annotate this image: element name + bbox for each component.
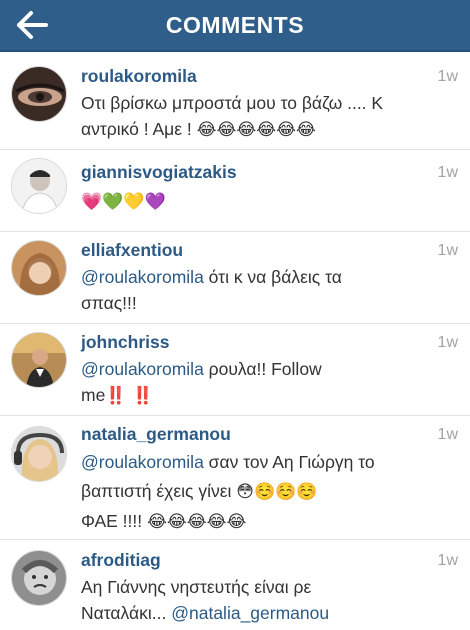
comment-text: 💗💚💛💜 <box>81 188 453 215</box>
mention-link[interactable]: @roulakoromila <box>81 452 204 472</box>
comment-timestamp: 1w <box>437 334 458 351</box>
exclamation-emoji-group: ‼️ ‼️ <box>105 386 154 406</box>
comment-username[interactable]: natalia_germanou <box>81 424 231 445</box>
comment-text-fragment: σαν τον Αη Γιώργη το <box>203 452 375 472</box>
comment-timestamp: 1w <box>437 164 458 181</box>
emoji-group: 😂😂😂😂😂😂 <box>196 120 316 140</box>
comment-text-fragment: ρουλα!! Follow <box>203 359 322 379</box>
comment-timestamp: 1w <box>437 242 458 259</box>
comment-text-fragment: αντρικό ! Αμε ! <box>81 119 192 139</box>
comment-text-line: me‼️ ‼️ <box>81 382 453 409</box>
top-bar: COMMENTS <box>0 0 470 52</box>
avatar[interactable] <box>11 240 67 296</box>
comment-username[interactable]: afroditiag <box>81 550 161 571</box>
avatar[interactable] <box>11 332 67 388</box>
comment-item: roulakoromila 1w Οτι βρίσκω μπροστά μου … <box>0 54 470 150</box>
comment-text-line: @roulakoromila ότι κ να βάλεις τα <box>81 264 453 290</box>
comment-text-fragment: ότι κ να βάλεις τα <box>203 267 342 287</box>
comment-text-line: αντρικό ! Αμε ! 😂😂😂😂😂😂 <box>81 116 453 143</box>
comment-text-line: @roulakoromila σαν τον Αη Γιώργη το <box>81 448 453 477</box>
comment-text-line: βαπτιστή έχεις γίνει 😳☺️☺️☺️ <box>81 477 453 507</box>
comment-text-line: σπας!!! <box>81 293 137 313</box>
avatar[interactable] <box>11 66 67 122</box>
comment-text: Οτι βρίσκω μπροστά μου το βάζω .... Κ αν… <box>81 90 453 143</box>
comment-text-fragment: me <box>81 385 106 405</box>
comment-timestamp: 1w <box>437 68 458 85</box>
comment-text-line: Αη Γιάννης νηστευτής είναι ρε <box>81 577 312 597</box>
comment-text-line: @roulakoromila ρουλα!! Follow <box>81 356 453 382</box>
comment-text: @roulakoromila ότι κ να βάλεις τα σπας!!… <box>81 264 453 316</box>
comment-item: afroditiag 1w Αη Γιάννης νηστευτής είναι… <box>0 540 470 630</box>
comment-text-fragment: Ναταλάκι... <box>81 603 172 623</box>
comment-text-fragment: βαπτιστή έχεις γίνει <box>81 481 237 501</box>
avatar[interactable] <box>11 158 67 214</box>
comment-text: @roulakoromila ρουλα!! Follow me‼️ ‼️ <box>81 356 453 409</box>
avatar[interactable] <box>11 426 67 482</box>
comment-item: giannisvogiatzakis 1w 💗💚💛💜 <box>0 150 470 232</box>
emoji-group: 💗💚💛💜 <box>81 192 166 212</box>
comment-text: @roulakoromila σαν τον Αη Γιώργη το βαπτ… <box>81 448 453 537</box>
comment-text-line: ΦΑΕ !!!! 😂😂😂😂😂 <box>81 507 453 537</box>
comment-item: natalia_germanou 1w @roulakoromila σαν τ… <box>0 416 470 540</box>
page-title: COMMENTS <box>165 12 305 38</box>
emoji-group: 😂😂😂😂😂 <box>146 512 247 532</box>
comment-username[interactable]: roulakoromila <box>81 66 197 87</box>
comment-item: johnchriss 1w @roulakoromila ρουλα!! Fol… <box>0 324 470 416</box>
comment-text: Αη Γιάννης νηστευτής είναι ρε Ναταλάκι..… <box>81 574 453 626</box>
comment-text-line: Ναταλάκι... @natalia_germanou <box>81 600 453 626</box>
comment-timestamp: 1w <box>437 426 458 443</box>
comment-text-line: Οτι βρίσκω μπροστά μου το βάζω .... Κ <box>81 93 384 113</box>
comment-username[interactable]: giannisvogiatzakis <box>81 162 237 183</box>
emoji-group: 😳☺️☺️☺️ <box>236 482 318 502</box>
mention-link[interactable]: @roulakoromila <box>81 359 204 379</box>
comments-list: roulakoromila 1w Οτι βρίσκω μπροστά μου … <box>0 54 470 630</box>
comment-username[interactable]: elliafxentiou <box>81 240 183 261</box>
mention-link[interactable]: @roulakoromila <box>81 267 204 287</box>
mention-link[interactable]: @natalia_germanou <box>171 603 329 623</box>
comment-text-fragment: ΦΑΕ !!!! <box>81 511 147 531</box>
comment-timestamp: 1w <box>437 552 458 569</box>
comment-item: elliafxentiou 1w @roulakoromila ότι κ να… <box>0 232 470 324</box>
avatar[interactable] <box>11 550 67 606</box>
comment-username[interactable]: johnchriss <box>81 332 170 353</box>
